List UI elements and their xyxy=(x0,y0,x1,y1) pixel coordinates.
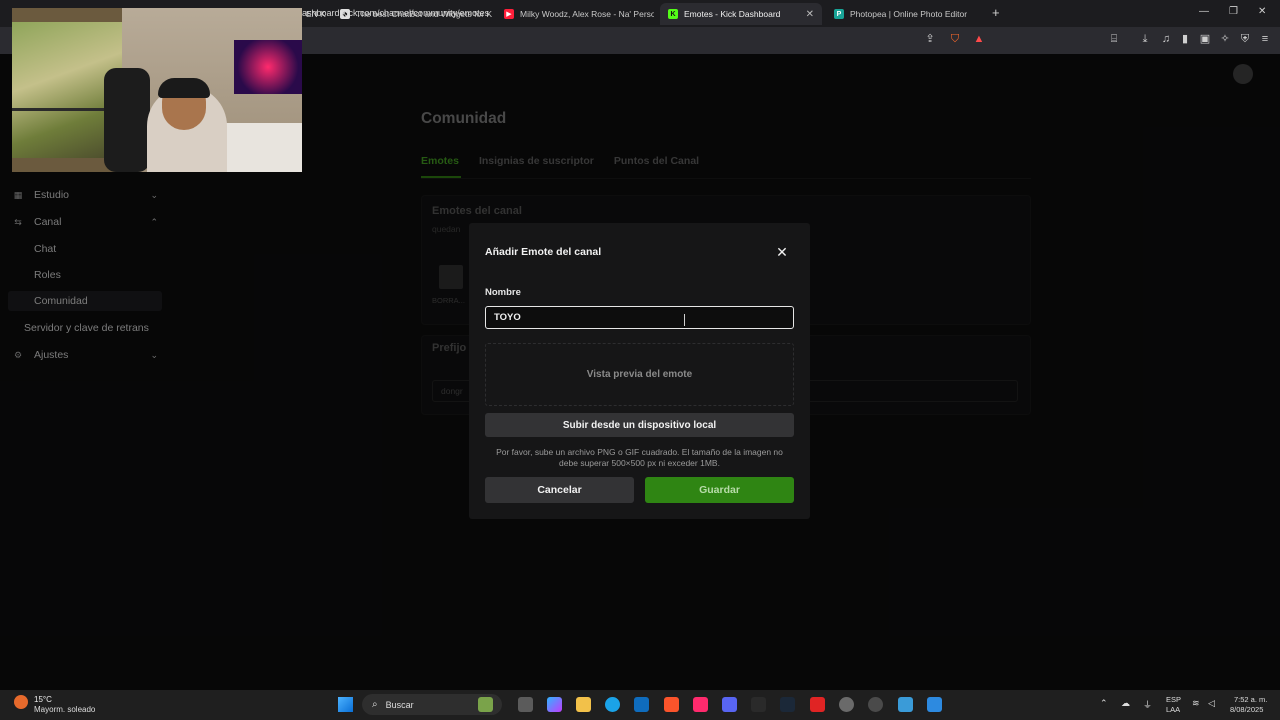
settings-app-icon[interactable] xyxy=(839,697,854,712)
url-field[interactable]: ashboard.kick.com/channel/community/emot… xyxy=(302,8,489,18)
modal-title: Añadir Emote del canal xyxy=(485,246,602,258)
emote-name-input[interactable] xyxy=(485,306,794,329)
discord-icon[interactable] xyxy=(722,697,737,712)
steam-icon[interactable] xyxy=(780,697,795,712)
leo-icon[interactable]: ✧ xyxy=(1219,33,1231,45)
windows-start-icon[interactable] xyxy=(338,697,353,712)
tab-kick-label: Emotes - Kick Dashboard xyxy=(684,9,781,19)
tab-photopea[interactable]: P Photopea | Online Photo Editor xyxy=(826,3,986,25)
upload-local-button[interactable]: Subir desde un dispositivo local xyxy=(485,413,794,437)
widget-icon[interactable] xyxy=(478,697,493,712)
weather-temperature: 15°C xyxy=(34,695,52,704)
search-icon: ⌕ xyxy=(372,699,378,710)
microphone-icon[interactable]: ⏚ xyxy=(1143,698,1152,711)
minimize-icon[interactable]: — xyxy=(1199,6,1209,17)
tab-youtube-label: Milky Woodz, Alex Rose - Na' Persona xyxy=(520,9,654,19)
copilot-icon[interactable] xyxy=(547,697,562,712)
name-label: Nombre xyxy=(485,287,521,298)
close-icon[interactable]: ✕ xyxy=(775,245,789,259)
weather-description: Mayorm. soleado xyxy=(34,705,96,714)
photopea-icon: P xyxy=(834,9,844,19)
screenshot-icon[interactable]: ⌸ xyxy=(1108,33,1120,45)
network-cloud-icon[interactable]: ☁ xyxy=(1121,698,1130,709)
webcam-chair xyxy=(104,68,150,172)
close-tab-icon[interactable]: ✕ xyxy=(806,9,814,20)
weather-icon[interactable] xyxy=(14,695,28,709)
share-icon[interactable]: ⇪ xyxy=(924,33,936,45)
photos-icon[interactable] xyxy=(927,697,942,712)
screen: EN K ◆ The best ChatBot and Widgets for … xyxy=(0,0,1280,720)
outlook-icon[interactable] xyxy=(634,697,649,712)
wifi-icon[interactable]: ≋ xyxy=(1192,698,1200,709)
tab-youtube[interactable]: ▶ Milky Woodz, Alex Rose - Na' Persona xyxy=(496,3,654,25)
brave-rewards-icon[interactable]: ▲ xyxy=(973,33,985,45)
window-close-icon[interactable]: ✕ xyxy=(1258,6,1266,17)
media-icon[interactable]: ♫ xyxy=(1160,33,1172,45)
kick-icon: K xyxy=(668,9,678,19)
notepad-icon[interactable] xyxy=(898,697,913,712)
clock-time[interactable]: 7:52 a. m. xyxy=(1234,695,1267,704)
clock-date: 8/08/2025 xyxy=(1230,705,1264,714)
task-view-icon[interactable] xyxy=(518,697,533,712)
add-emote-modal: Añadir Emote del canal ✕ Nombre Vista pr… xyxy=(469,223,810,519)
tray-overflow-icon[interactable]: ⌃ xyxy=(1100,698,1108,709)
edge-icon[interactable] xyxy=(605,697,620,712)
tab-photopea-label: Photopea | Online Photo Editor xyxy=(850,9,968,19)
webcam-neon-screen xyxy=(234,40,302,94)
webcam-overlay xyxy=(12,8,302,172)
youtube-icon: ▶ xyxy=(504,9,514,19)
emote-preview: Vista previa del emote xyxy=(485,343,794,406)
recorder-icon[interactable] xyxy=(810,697,825,712)
input-language-region: LAA xyxy=(1166,705,1181,714)
save-button[interactable]: Guardar xyxy=(645,477,794,503)
tiktok-icon[interactable] xyxy=(693,697,708,712)
cancel-button[interactable]: Cancelar xyxy=(485,477,634,503)
new-tab-button[interactable]: + xyxy=(992,5,1000,20)
volume-icon[interactable]: ◁ xyxy=(1208,698,1215,709)
restore-icon[interactable]: ❐ xyxy=(1229,6,1238,17)
obs-icon[interactable] xyxy=(868,697,883,712)
taskbar-search-label: Buscar xyxy=(385,699,414,710)
tab-kick-dashboard[interactable]: K Emotes - Kick Dashboard ✕ xyxy=(660,3,822,25)
emote-preview-label: Vista previa del emote xyxy=(586,369,693,380)
brave-shield-icon[interactable]: ⛉ xyxy=(949,33,961,45)
upload-hint: Por favor, sube un archivo PNG o GIF cua… xyxy=(496,447,783,468)
sidebar-toggle-icon[interactable]: ▮ xyxy=(1179,33,1191,45)
vpn-icon[interactable]: ⛨ xyxy=(1239,33,1251,45)
webcam-person-cap xyxy=(158,78,210,98)
text-cursor-icon xyxy=(684,314,686,326)
wallet-icon[interactable]: ▣ xyxy=(1199,33,1211,45)
brave-icon[interactable] xyxy=(664,697,679,712)
file-explorer-icon[interactable] xyxy=(576,697,591,712)
capcut-icon[interactable] xyxy=(751,697,766,712)
input-language[interactable]: ESP xyxy=(1166,695,1181,704)
menu-icon[interactable]: ≡ xyxy=(1259,33,1271,45)
download-icon[interactable]: ⤓ xyxy=(1139,33,1151,45)
